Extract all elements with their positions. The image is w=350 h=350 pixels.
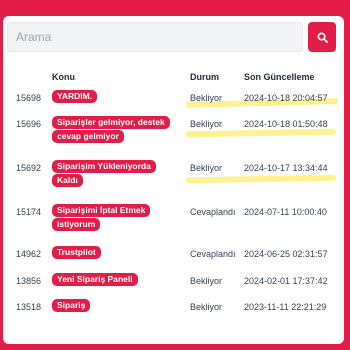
- subject-tag[interactable]: Siparişimi İptal Etmek: [52, 204, 151, 217]
- subject-tag[interactable]: istiyorum: [52, 218, 101, 231]
- ticket-subject[interactable]: YARDIM.: [52, 90, 172, 103]
- ticket-updated: 2024-10-17 13:34:44: [244, 163, 328, 173]
- ticket-subject[interactable]: Siparişler gelmiyor, destek cevap gelmiy…: [52, 116, 172, 143]
- ticket-id: 15692: [16, 163, 42, 173]
- ticket-updated: 2024-07-11 10:00:40: [244, 207, 327, 217]
- ticket-id: 15174: [16, 207, 42, 217]
- ticket-status: Bekliyor: [190, 93, 223, 103]
- ticket-subject[interactable]: Sipariş: [52, 299, 172, 312]
- search-button[interactable]: [308, 22, 336, 52]
- ticket-updated: 2024-10-18 01:50:48: [244, 119, 328, 129]
- marker-highlight: [185, 128, 337, 138]
- table-header: Konu Durum Son Güncelleme: [3, 72, 344, 86]
- subject-tag[interactable]: Siparişim Yükleniyorda: [52, 160, 156, 173]
- ticket-subject[interactable]: Yeni Sipariş Paneli: [52, 273, 172, 286]
- ticket-status: Bekliyor: [190, 119, 223, 129]
- ticket-subject[interactable]: Trustpilot: [52, 246, 172, 259]
- ticket-id: 13518: [16, 302, 42, 312]
- header-updated: Son Güncelleme: [244, 72, 315, 82]
- header-subject: Konu: [52, 72, 75, 82]
- marker-highlight: [185, 174, 337, 184]
- ticket-status: Bekliyor: [190, 163, 223, 173]
- ticket-subject[interactable]: Siparişim Yükleniyorda Kaldı: [52, 160, 172, 187]
- ticket-id: 15698: [16, 93, 42, 103]
- ticket-status: Cevaplandı: [190, 207, 236, 217]
- ticket-status: Bekliyor: [190, 276, 223, 286]
- subject-tag[interactable]: YARDIM.: [52, 90, 98, 103]
- subject-tag[interactable]: Trustpilot: [52, 246, 101, 259]
- ticket-updated: 2024-06-25 02:31:57: [244, 249, 328, 259]
- ticket-updated: 2024-10-18 20:04:57: [244, 93, 328, 103]
- subject-tag[interactable]: Yeni Sipariş Paneli: [52, 273, 138, 286]
- ticket-id: 13856: [16, 276, 42, 286]
- ticket-updated: 2023-11-11 22:21:29: [244, 302, 327, 312]
- ticket-status: Cevaplandı: [190, 249, 236, 259]
- ticket-updated: 2024-02-01 17:37:42: [244, 276, 328, 286]
- subject-tag[interactable]: Sipariş: [52, 299, 91, 312]
- ticket-id: 14962: [16, 249, 42, 259]
- ticket-subject[interactable]: Siparişimi İptal Etmek istiyorum: [52, 204, 172, 231]
- subject-tag[interactable]: cevap gelmiyor: [52, 130, 124, 143]
- ticket-id: 15696: [16, 119, 42, 129]
- subject-tag[interactable]: Kaldı: [52, 174, 83, 187]
- search-icon: [317, 32, 328, 43]
- search-bar: [7, 22, 336, 52]
- tickets-card: Konu Durum Son Güncelleme 15698 YARDIM. …: [3, 16, 344, 344]
- search-input[interactable]: [7, 22, 303, 52]
- ticket-status: Bekliyor: [190, 302, 223, 312]
- header-status: Durum: [190, 72, 219, 82]
- subject-tag[interactable]: Siparişler gelmiyor, destek: [52, 116, 170, 129]
